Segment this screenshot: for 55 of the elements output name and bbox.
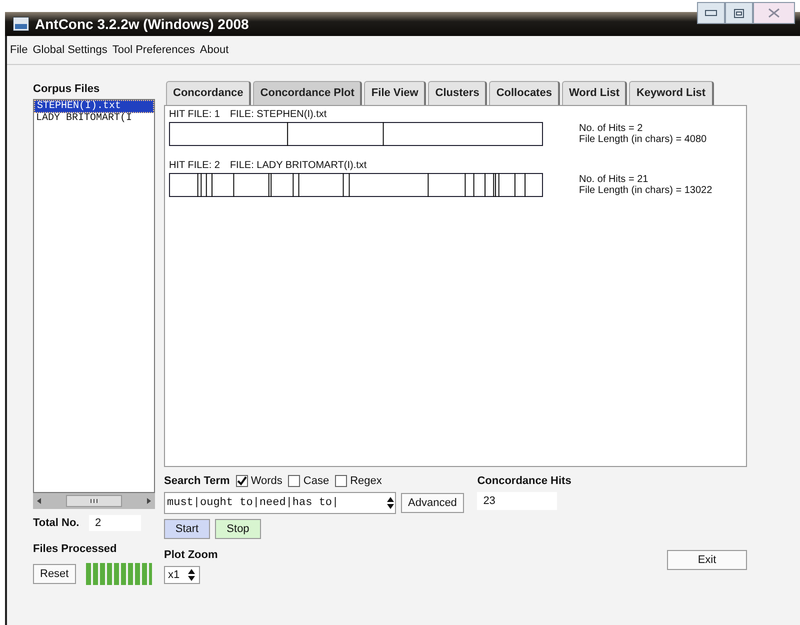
corpus-file-item[interactable]: LADY BRITOMART(I bbox=[34, 113, 154, 124]
checkmark-icon bbox=[236, 476, 247, 486]
menu-item[interactable]: Tool Preferences bbox=[112, 44, 195, 56]
corpus-files-label: Corpus Files bbox=[33, 83, 101, 95]
file-name-label: FILE: STEPHEN(I).txt bbox=[230, 109, 327, 120]
plot-zoom-label: Plot Zoom bbox=[164, 549, 219, 561]
scroll-left-icon[interactable] bbox=[37, 498, 41, 504]
file-name-label: FILE: LADY BRITOMART(I).txt bbox=[230, 160, 367, 171]
search-field[interactable]: must|ought to|need|has to| bbox=[164, 492, 396, 514]
option-checkbox[interactable]: Words bbox=[236, 475, 282, 487]
tab[interactable]: Concordance bbox=[166, 81, 252, 105]
reset-button[interactable]: Reset bbox=[33, 564, 76, 584]
hit-file-label: HIT FILE: 1 bbox=[169, 109, 220, 120]
tab[interactable]: File View bbox=[364, 81, 426, 105]
corpus-file-item[interactable]: STEPHEN(I).txt bbox=[34, 100, 154, 113]
window-title: AntConc 3.2.2w (Windows) 2008 bbox=[35, 16, 249, 32]
scroll-right-icon[interactable] bbox=[147, 498, 151, 504]
minimize-icon bbox=[705, 10, 717, 16]
stop-button[interactable]: Stop bbox=[215, 519, 261, 539]
spinner-arrows-icon[interactable] bbox=[187, 568, 196, 582]
search-term-label: Search Term bbox=[164, 475, 230, 487]
tab[interactable]: Word List bbox=[562, 81, 628, 105]
maximize-icon bbox=[734, 8, 744, 18]
hit-count: No. of Hits = 21 bbox=[579, 174, 650, 185]
menu-item[interactable]: Global Settings bbox=[32, 44, 108, 56]
app-icon bbox=[13, 17, 29, 31]
hit-file-label: HIT FILE: 2 bbox=[169, 160, 220, 171]
progress-bar bbox=[86, 563, 152, 585]
spinner-arrows-icon[interactable] bbox=[386, 496, 395, 510]
file-length: File Length (in chars) = 13022 bbox=[579, 185, 712, 196]
minimize-button[interactable] bbox=[697, 2, 725, 24]
option-checkbox[interactable]: Case bbox=[288, 475, 330, 487]
plot-zoom-spinner[interactable]: x1 bbox=[164, 566, 200, 584]
horizontal-scrollbar[interactable] bbox=[33, 493, 155, 509]
tab[interactable]: Collocates bbox=[489, 81, 560, 105]
maximize-button[interactable] bbox=[725, 2, 753, 24]
close-icon bbox=[768, 8, 780, 18]
files-processed-label: Files Processed bbox=[33, 543, 118, 555]
tab[interactable]: Clusters bbox=[428, 81, 488, 105]
close-button[interactable] bbox=[753, 2, 795, 24]
start-button[interactable]: Start bbox=[164, 519, 210, 539]
scroll-thumb[interactable] bbox=[66, 495, 122, 507]
tab[interactable]: Concordance Plot bbox=[253, 81, 362, 105]
advanced-button[interactable]: Advanced bbox=[401, 493, 464, 513]
hit-count: No. of Hits = 2 bbox=[579, 123, 644, 134]
tab[interactable]: Keyword List bbox=[629, 81, 714, 105]
total-value: 2 bbox=[89, 515, 141, 531]
menu-item[interactable]: File bbox=[10, 44, 28, 56]
option-checkbox[interactable]: Regex bbox=[335, 475, 382, 487]
total-label: Total No. bbox=[33, 517, 80, 529]
concordance-hits-value: 23 bbox=[477, 492, 558, 510]
menu-item[interactable]: About bbox=[200, 44, 229, 56]
concordance-hits-label: Concordance Hits bbox=[477, 475, 572, 487]
file-length: File Length (in chars) = 4080 bbox=[579, 134, 707, 145]
exit-button[interactable]: Exit bbox=[667, 550, 747, 570]
